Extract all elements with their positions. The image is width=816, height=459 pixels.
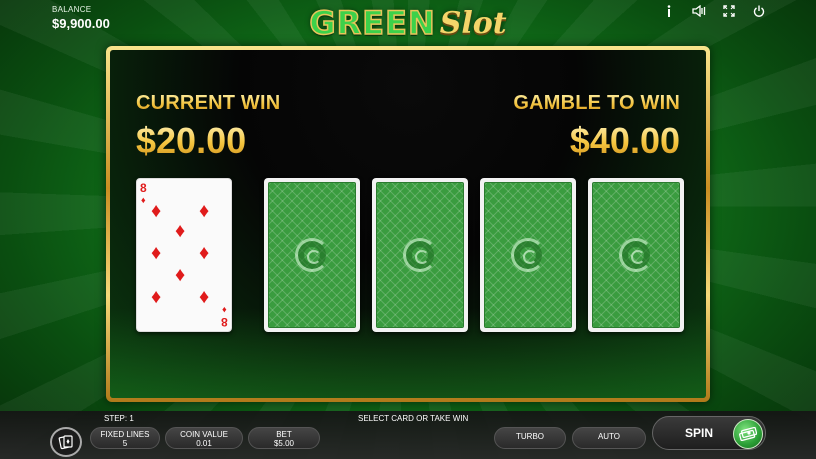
balance-display: BALANCE $9,900.00 — [52, 5, 110, 31]
money-icon — [733, 419, 763, 449]
auto-button[interactable]: AUTO — [572, 427, 646, 449]
revealed-card: 8 ♦ 8 ♦ ♦ ♦ ♦ ♦ ♦ ♦ ♦ ♦ — [136, 178, 232, 332]
info-icon[interactable] — [662, 4, 676, 18]
turbo-button[interactable]: TURBO — [494, 427, 566, 449]
spin-button[interactable]: SPIN — [652, 416, 766, 450]
card-back-emblem-icon — [403, 238, 437, 272]
diamond-icon: ♦ — [151, 200, 162, 222]
gamble-to-win-label: GAMBLE TO WIN — [513, 92, 680, 114]
sound-icon[interactable] — [692, 4, 706, 18]
coin-value-selector[interactable]: COIN VALUE 0.01 — [165, 427, 243, 449]
card-corner-bottom: 8 ♦ — [221, 304, 228, 329]
spin-label: SPIN — [685, 426, 714, 440]
card-rank: 8 — [140, 181, 147, 195]
current-win-label: CURRENT WIN — [136, 92, 281, 114]
top-toolbar — [662, 4, 766, 18]
status-message: SELECT CARD OR TAKE WIN — [358, 414, 469, 423]
coin-value-value: 0.01 — [196, 439, 212, 448]
fullscreen-icon[interactable] — [722, 4, 736, 18]
diamond-icon: ♦ — [175, 220, 186, 242]
cards-icon — [58, 435, 73, 450]
power-icon[interactable] — [752, 4, 766, 18]
coin-value-label: COIN VALUE — [180, 430, 228, 439]
current-win-value: $20.00 — [136, 120, 247, 161]
game-logo: GREEN Slot — [296, 2, 520, 44]
balance-value: $9,900.00 — [52, 16, 110, 31]
step-indicator: STEP: 1 — [104, 414, 134, 423]
card-back-emblem-icon — [295, 238, 329, 272]
card-back-emblem-icon — [511, 238, 545, 272]
hidden-card-2[interactable] — [372, 178, 468, 332]
hidden-card-4[interactable] — [588, 178, 684, 332]
card-suit-icon: ♦ — [141, 195, 146, 205]
fixed-lines-label: FIXED LINES — [100, 430, 150, 439]
card-corner-top: 8 ♦ — [140, 182, 147, 206]
balance-label: BALANCE — [52, 5, 92, 14]
fixed-lines-display: FIXED LINES 5 — [90, 427, 160, 449]
gamble-panel: CURRENT WIN $20.00 GAMBLE TO WIN $40.00 … — [110, 50, 706, 398]
diamond-icon: ♦ — [175, 264, 186, 286]
bet-value: $5.00 — [273, 439, 295, 448]
diamond-icon: ♦ — [151, 242, 162, 264]
gamble-frame: CURRENT WIN $20.00 GAMBLE TO WIN $40.00 … — [106, 46, 710, 402]
logo-slot: Slot — [439, 5, 507, 41]
diamond-icon: ♦ — [199, 242, 210, 264]
diamond-icon: ♦ — [151, 286, 162, 308]
card-back-emblem-icon — [619, 238, 653, 272]
paytable-button[interactable] — [50, 427, 82, 457]
hidden-card-3[interactable] — [480, 178, 576, 332]
logo-green: GREEN — [309, 3, 436, 43]
diamond-icon: ♦ — [199, 200, 210, 222]
bet-label: BET — [276, 430, 292, 439]
gamble-to-win-value: $40.00 — [569, 120, 680, 161]
diamond-icon: ♦ — [199, 286, 210, 308]
fixed-lines-value: 5 — [122, 439, 128, 448]
card-rank: 8 — [221, 315, 228, 329]
bet-selector[interactable]: BET $5.00 — [248, 427, 320, 449]
hidden-card-1[interactable] — [264, 178, 360, 332]
